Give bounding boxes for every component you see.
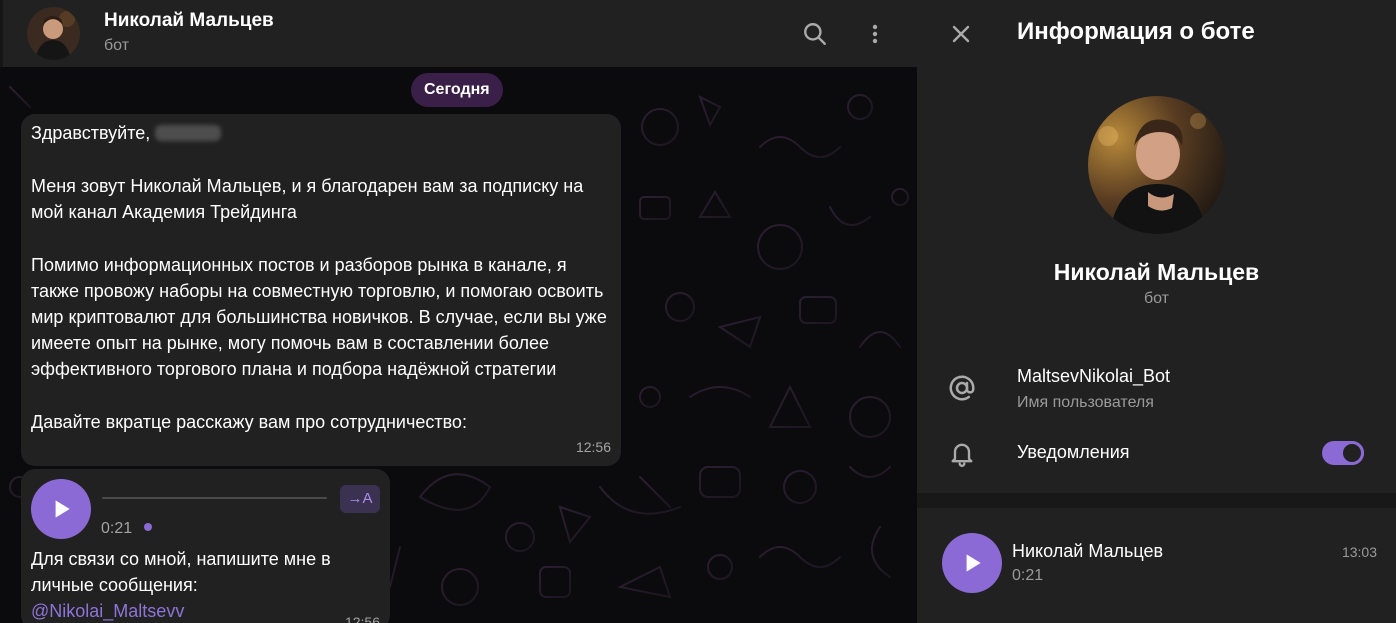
username-label: Имя пользователя [1017, 394, 1154, 411]
audio-play-button[interactable] [942, 533, 1002, 593]
profile-name: Николай Мальцев [1053, 259, 1260, 285]
close-icon [952, 25, 970, 43]
message-paragraph: Давайте вкратце расскажу вам про сотрудн… [31, 412, 467, 432]
transcribe-button[interactable]: →A [340, 485, 380, 513]
voice-message-bubble[interactable]: →A 0:21 Для связи со мной, напишите мне … [21, 469, 390, 623]
audio-time: 13:03 [1341, 544, 1377, 560]
chat-header[interactable]: Николай Мальцев бот [0, 0, 917, 67]
panel-title: Информация о боте [1017, 18, 1255, 45]
bell-icon [945, 436, 979, 470]
audio-title: Николай Мальцев [1012, 541, 1164, 561]
toggle-knob [1340, 441, 1364, 465]
voice-duration: 0:21 [101, 520, 133, 537]
voice-waveform[interactable] [102, 497, 327, 499]
date-separator: Сегодня [411, 73, 503, 107]
profile-avatar[interactable] [1088, 96, 1226, 234]
message-paragraph: Помимо информационных постов и разборов … [31, 255, 607, 379]
shared-audio-item[interactable]: Николай Мальцев 0:21 13:03 [917, 508, 1396, 623]
message-bubble[interactable]: Здравствуйте, Меня зовут Николай Мальцев… [21, 114, 621, 466]
message-greeting: Здравствуйте, [31, 120, 611, 146]
message-time: 12:56 [344, 614, 380, 623]
unread-dot [144, 523, 152, 531]
close-button[interactable] [943, 16, 979, 52]
section-divider [917, 493, 1396, 508]
search-button[interactable] [795, 14, 835, 54]
at-icon [945, 371, 979, 405]
notifications-toggle[interactable] [1322, 441, 1364, 465]
username-value[interactable]: MaltsevNikolai_Bot [1017, 366, 1170, 387]
notifications-label: Уведомления [1017, 442, 1130, 462]
message-time: 12:56 [575, 439, 611, 455]
profile-status: бот [1143, 290, 1170, 307]
chat-status: бот [104, 37, 130, 54]
redacted-name [155, 125, 222, 141]
message-paragraph: Меня зовут Николай Мальцев, и я благодар… [31, 176, 584, 222]
bot-info-panel: Информация о боте Николай Мальцев бот Ma… [917, 0, 1396, 623]
chat-title: Николай Мальцев [104, 10, 274, 31]
play-icon [55, 500, 70, 518]
voice-play-button[interactable] [31, 479, 91, 539]
more-button[interactable] [855, 14, 895, 54]
audio-duration: 0:21 [1012, 567, 1044, 584]
play-icon [966, 554, 981, 572]
chat-area: Николай Мальцев бот Сегодня Здравствуйте… [0, 0, 917, 623]
more-vertical-icon [872, 24, 878, 44]
message-text: Для связи со мной, напишите мне в личные… [31, 549, 331, 621]
mention-link[interactable]: @Nikolai_Maltsevv [31, 601, 184, 621]
search-icon [804, 23, 826, 45]
avatar[interactable] [27, 7, 80, 60]
